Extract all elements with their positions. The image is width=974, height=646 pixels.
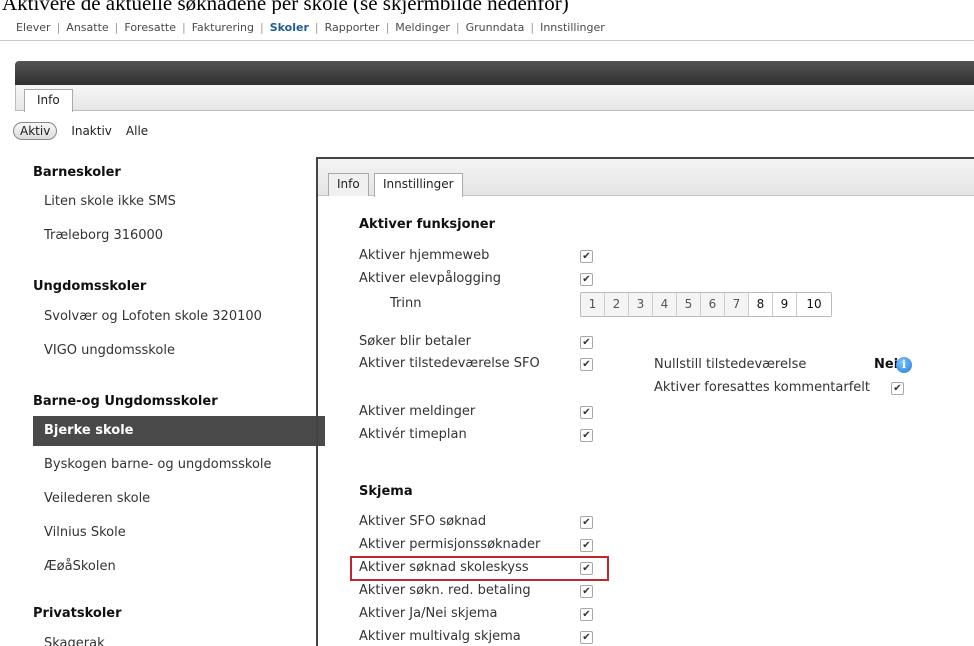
trinn-8[interactable]: 8 xyxy=(749,293,773,316)
label-permisjon: Aktiver permisjonssøknader xyxy=(359,537,541,552)
checkbox-timeplan[interactable]: ✔ xyxy=(580,429,593,442)
trinn-3[interactable]: 3 xyxy=(629,293,653,316)
school-item[interactable]: Træleborg 316000 xyxy=(33,221,317,251)
checkbox-betaler[interactable]: ✔ xyxy=(580,336,593,349)
checkbox-elevpalogging[interactable]: ✔ xyxy=(580,273,593,286)
document-caption: Aktivere de aktuelle søknadene per skole… xyxy=(2,0,569,14)
school-list: Barneskoler Liten skole ikke SMS Trælebo… xyxy=(25,155,325,646)
header-bar xyxy=(15,61,974,85)
nav-rapporter[interactable]: Rapporter xyxy=(321,21,384,34)
nav-grunndata[interactable]: Grunndata xyxy=(462,21,529,34)
school-item[interactable]: Byskogen barne- og ungdomsskole xyxy=(33,450,317,480)
filter-inaktiv[interactable]: Inaktiv xyxy=(71,124,112,138)
nav-meldinger[interactable]: Meldinger xyxy=(391,21,454,34)
school-item[interactable]: Vilnius Skole xyxy=(33,518,317,548)
checkbox-permisjon[interactable]: ✔ xyxy=(580,539,593,552)
filter-aktiv[interactable]: Aktiv xyxy=(13,122,58,140)
school-item[interactable]: Svolvær og Lofoten skole 320100 xyxy=(33,302,317,332)
trinn-1[interactable]: 1 xyxy=(581,293,605,316)
label-trinn: Trinn xyxy=(390,296,422,311)
section-title-skjema: Skjema xyxy=(359,484,413,499)
checkbox-janei[interactable]: ✔ xyxy=(580,608,593,621)
label-nullstill: Nullstill tilstedeværelse xyxy=(654,357,807,372)
filter-alle[interactable]: Alle xyxy=(126,124,148,138)
trinn-2[interactable]: 2 xyxy=(605,293,629,316)
tab-innstillinger[interactable]: Innstillinger xyxy=(374,173,463,197)
school-item[interactable]: Liten skole ikke SMS xyxy=(33,187,317,217)
nav-ansatte[interactable]: Ansatte xyxy=(62,21,112,34)
trinn-selector: 1 2 3 4 5 6 7 8 9 10 xyxy=(580,292,832,317)
nav-foresatte[interactable]: Foresatte xyxy=(120,21,180,34)
label-janei: Aktiver Ja/Nei skjema xyxy=(359,606,498,621)
checkbox-hjemmeweb[interactable]: ✔ xyxy=(580,250,593,263)
tab-info[interactable]: Info xyxy=(24,89,73,112)
group-title-barne-ungdom: Barne-og Ungdomsskoler xyxy=(33,394,218,409)
tab-info[interactable]: Info xyxy=(328,173,369,196)
group-title-ungdomsskoler: Ungdomsskoler xyxy=(33,279,147,294)
checkbox-multivalg[interactable]: ✔ xyxy=(580,631,593,644)
label-meldinger: Aktiver meldinger xyxy=(359,404,476,419)
label-hjemmeweb: Aktiver hjemmeweb xyxy=(359,248,490,263)
label-tilstede: Aktiver tilstedeværelse SFO xyxy=(359,356,540,371)
nullstill-value[interactable]: Nei xyxy=(874,357,898,372)
group-title-privatskoler: Privatskoler xyxy=(33,606,122,621)
nav-innstillinger[interactable]: Innstillinger xyxy=(536,21,609,34)
school-item[interactable]: ÆøåSkolen xyxy=(33,552,317,582)
trinn-5[interactable]: 5 xyxy=(677,293,701,316)
status-filters: Aktiv Inaktiv Alle xyxy=(13,121,162,141)
top-tabstrip: Info xyxy=(15,85,974,112)
section-title-funksjoner: Aktiver funksjoner xyxy=(359,217,496,232)
checkbox-red-betaling[interactable]: ✔ xyxy=(580,585,593,598)
trinn-9[interactable]: 9 xyxy=(773,293,797,316)
school-item-selected[interactable]: Bjerke skole xyxy=(33,416,325,446)
label-timeplan: Aktivér timeplan xyxy=(359,427,467,442)
label-foresatt-kommentar: Aktiver foresattes kommentarfelt xyxy=(654,380,870,395)
panel-tabstrip: Info Innstillinger xyxy=(318,159,974,197)
trinn-10[interactable]: 10 xyxy=(797,293,831,316)
group-title-barneskoler: Barneskoler xyxy=(33,165,121,180)
trinn-7[interactable]: 7 xyxy=(725,293,749,316)
nav-elever[interactable]: Elever xyxy=(12,21,55,34)
nav-skoler[interactable]: Skoler xyxy=(266,21,313,34)
school-item[interactable]: VIGO ungdomsskole xyxy=(33,336,317,366)
checkbox-foresatt-kommentar[interactable]: ✔ xyxy=(891,382,904,395)
checkbox-sfo-soknad[interactable]: ✔ xyxy=(580,516,593,529)
checkbox-meldinger[interactable]: ✔ xyxy=(580,406,593,419)
label-betaler: Søker blir betaler xyxy=(359,334,471,349)
label-multivalg: Aktiver multivalg skjema xyxy=(359,629,521,644)
top-navigation: Elever | Ansatte | Foresatte | Fakturering |… xyxy=(0,14,974,41)
label-red-betaling: Aktiver søkn. red. betaling xyxy=(359,583,531,598)
trinn-4[interactable]: 4 xyxy=(653,293,677,316)
school-item[interactable]: Skagerak xyxy=(33,629,317,646)
info-icon[interactable]: i xyxy=(896,357,912,373)
checkbox-tilstede[interactable]: ✔ xyxy=(580,358,593,371)
label-sfo-soknad: Aktiver SFO søknad xyxy=(359,514,487,529)
label-elevpalogging: Aktiver elevpålogging xyxy=(359,271,501,286)
highlight-box-skoleskyss xyxy=(350,556,609,581)
school-item[interactable]: Veilederen skole xyxy=(33,484,317,514)
trinn-6[interactable]: 6 xyxy=(701,293,725,316)
nav-fakturering[interactable]: Fakturering xyxy=(188,21,258,34)
